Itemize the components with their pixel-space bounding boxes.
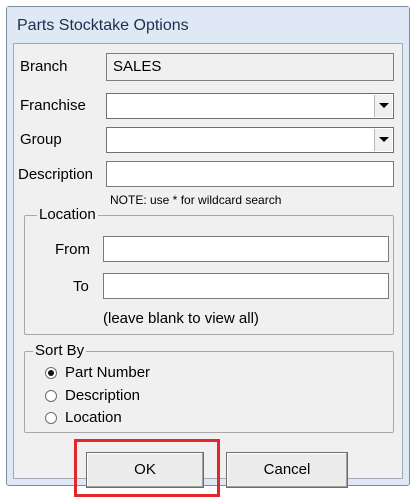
ok-button[interactable]: OK [86, 452, 204, 488]
location-hint: (leave blank to view all) [103, 310, 259, 327]
to-label: To [73, 278, 89, 295]
location-group: Location From To (leave blank to view al… [24, 206, 394, 335]
wildcard-note: NOTE: use * for wildcard search [110, 193, 282, 207]
radio-checked-icon[interactable] [45, 367, 57, 379]
branch-field: SALES [106, 53, 394, 81]
sort-by-group: Sort By Part Number Description Location [24, 342, 394, 433]
sort-option-part-number[interactable]: Part Number [45, 364, 245, 384]
chevron-down-icon[interactable] [374, 95, 392, 117]
group-select[interactable] [106, 127, 394, 153]
branch-value: SALES [113, 58, 162, 75]
chevron-down-icon[interactable] [374, 129, 392, 151]
window-title: Parts Stocktake Options [17, 17, 189, 34]
branch-label: Branch [20, 58, 68, 75]
sort-option-label: Location [65, 409, 122, 426]
location-from-input[interactable] [103, 236, 389, 262]
title-bar[interactable]: Parts Stocktake Options [7, 7, 409, 43]
description-label: Description [18, 166, 94, 183]
location-to-input[interactable] [103, 273, 389, 299]
from-label: From [55, 241, 90, 258]
location-group-title: Location [37, 206, 98, 223]
radio-unchecked-icon[interactable] [45, 412, 57, 424]
sort-option-label: Description [65, 387, 141, 404]
franchise-select[interactable] [106, 93, 394, 119]
dialog-body: Branch SALES Franchise Group Description… [13, 43, 403, 497]
radio-unchecked-icon[interactable] [45, 390, 57, 402]
sort-option-label: Part Number [65, 364, 151, 381]
cancel-button[interactable]: Cancel [226, 452, 348, 488]
franchise-label: Franchise [20, 97, 86, 114]
sort-by-group-title: Sort By [33, 342, 87, 359]
group-label: Group [20, 131, 62, 148]
parts-stocktake-options-window: Parts Stocktake Options Branch SALES Fra… [6, 6, 410, 497]
sort-option-location[interactable]: Location [45, 409, 245, 429]
sort-option-description[interactable]: Description [45, 387, 245, 407]
description-input[interactable] [106, 161, 394, 187]
